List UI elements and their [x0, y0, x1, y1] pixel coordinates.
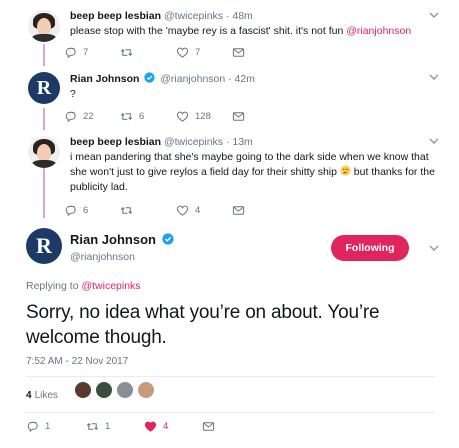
likes-stat[interactable]: 4 Likes — [26, 384, 58, 406]
avatar[interactable]: R — [26, 228, 62, 264]
tweet-text: Sorry, no idea what you’re on about. You… — [26, 302, 380, 348]
chevron-down-icon[interactable] — [429, 245, 439, 252]
divider — [26, 376, 435, 377]
like-icon — [144, 421, 157, 432]
dm-icon — [202, 422, 215, 431]
following-button[interactable]: Following — [331, 235, 409, 261]
verified-icon — [161, 233, 174, 245]
display-name[interactable]: Rian Johnson — [70, 232, 176, 247]
main-tweet: R Rian Johnson @rianjohnson Following Re… — [0, 0, 459, 448]
reply-icon — [27, 421, 38, 433]
retweet-button[interactable]: 1 — [86, 420, 110, 433]
avatar[interactable] — [74, 381, 92, 399]
retweet-count: 1 — [105, 421, 111, 432]
timestamp[interactable]: 7:52 AM - 22 Nov 2017 — [26, 356, 128, 367]
avatar[interactable] — [95, 381, 113, 399]
divider — [26, 412, 435, 413]
dm-button[interactable] — [202, 420, 221, 433]
reply-count: 1 — [45, 421, 51, 432]
avatar[interactable] — [116, 381, 134, 399]
avatar[interactable] — [137, 381, 155, 399]
replying-to: Replying to @twicepinks — [26, 280, 141, 292]
handle[interactable]: @rianjohnson — [70, 251, 135, 263]
likes-count: 4 — [26, 389, 32, 401]
reply-button[interactable]: 1 — [26, 420, 50, 433]
like-count: 4 — [163, 421, 169, 432]
likes-label: Likes — [34, 389, 58, 401]
like-button[interactable]: 4 — [144, 420, 168, 433]
retweet-icon — [86, 422, 99, 431]
mention-link[interactable]: @twicepinks — [81, 280, 140, 292]
liker-avatars — [74, 381, 158, 399]
